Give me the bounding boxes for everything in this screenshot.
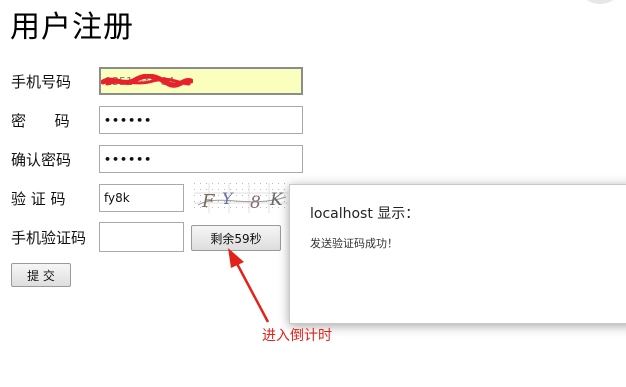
dialog-title: localhost 显示： xyxy=(310,206,420,222)
svg-text:K: K xyxy=(269,190,284,210)
confirm-password-input[interactable]: •••••• xyxy=(99,145,303,173)
page-title: 用户注册 xyxy=(10,10,134,45)
confirm-password-label: 确认密码 xyxy=(11,151,72,169)
sms-code-label: 手机验证码 xyxy=(11,229,87,247)
svg-text:Y: Y xyxy=(222,189,234,208)
captcha-label: 验 证 码 xyxy=(11,190,66,208)
corner-decoration xyxy=(578,0,622,4)
confirm-password-value: •••••• xyxy=(104,152,153,166)
captcha-value: fy8k xyxy=(104,191,130,205)
captcha-image[interactable]: F Y 8 K xyxy=(194,183,288,213)
submit-button[interactable]: 提 交 xyxy=(11,263,71,287)
sms-code-input[interactable] xyxy=(99,222,184,252)
captcha-input[interactable]: fy8k xyxy=(99,184,184,212)
annotation-text: 进入倒计时 xyxy=(262,328,332,344)
password-input[interactable]: •••••• xyxy=(99,106,303,134)
dialog-message: 发送验证码成功！ xyxy=(310,237,398,250)
password-value: •••••• xyxy=(104,113,153,127)
phone-label: 手机号码 xyxy=(11,73,72,91)
countdown-button-label: 剩余59秒 xyxy=(210,231,262,246)
countdown-button[interactable]: 剩余59秒 xyxy=(191,225,281,251)
phone-redaction-scribble xyxy=(101,74,193,88)
alert-dialog: localhost 显示： 发送验证码成功！ xyxy=(289,184,626,324)
password-label: 密 码 xyxy=(11,112,70,130)
svg-text:F: F xyxy=(201,191,216,212)
submit-button-label: 提 交 xyxy=(27,268,55,283)
svg-text:8: 8 xyxy=(250,193,261,213)
